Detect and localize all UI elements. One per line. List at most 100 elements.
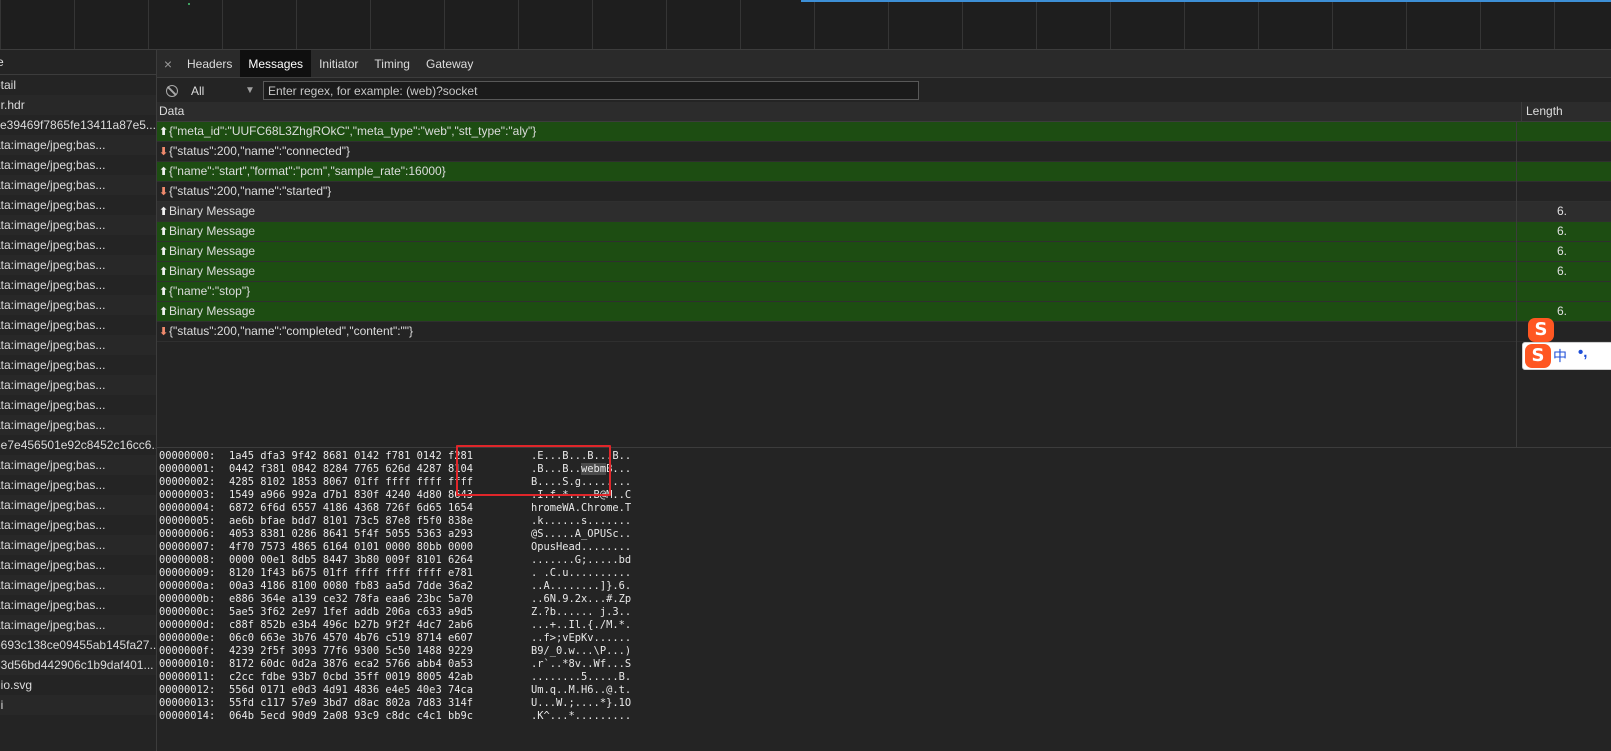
tab-initiator[interactable]: Initiator [311,50,366,77]
clear-messages-icon[interactable] [166,84,178,97]
request-list-item[interactable]: ata:image/jpeg;bas... [0,215,156,235]
ime-status-bar[interactable]: S 中 •, [1522,342,1611,370]
message-data: {"name":"start","format":"pcm","sample_r… [169,164,446,178]
message-data: {"meta_id":"UUFC68L3ZhgROkC","meta_type"… [169,124,537,138]
regex-filter-input[interactable] [263,81,919,100]
message-row[interactable]: ⬆{"name":"stop"} [157,282,1611,302]
ascii-text: ..f>;vEpKv...... [531,632,632,644]
ascii-text: B9/_0.w...\P...) [531,645,632,657]
request-name: ata:image/jpeg;bas... [0,178,106,192]
message-row[interactable]: ⬆Binary Message 6. [157,222,1611,242]
ime-language-toggle[interactable]: 中 [1553,346,1567,366]
request-list-item[interactable]: ata:image/jpeg;bas... [0,275,156,295]
hex-bytes: 4053 8381 0286 8641 5f4f 5055 5363 a293 [229,528,473,540]
ime-toolbar[interactable]: S S 中 •, [1522,318,1611,370]
column-header-length[interactable]: Length [1521,102,1611,121]
request-list-item[interactable]: ata:image/jpeg;bas... [0,235,156,255]
close-icon[interactable]: × [157,50,179,77]
hex-bytes: 5ae5 3f62 2e97 1fef addb 206a c633 a9d5 [229,606,473,618]
tab-headers[interactable]: Headers [179,50,240,77]
request-list-item[interactable]: dio.svg [0,675,156,695]
request-list-item[interactable]: ata:image/jpeg;bas... [0,315,156,335]
request-list-item[interactable]: ata:image/jpeg;bas... [0,495,156,515]
hex-line: 0000000f: 4239 2f5f 3093 77f6 9300 5c50 1… [159,645,631,658]
message-row[interactable]: ⬇{"status":200,"name":"connected"} [157,142,1611,162]
ascii-text: . .C.u.......... [531,567,632,579]
request-list-item[interactable]: ata:image/jpeg;bas... [0,475,156,495]
chevron-down-icon[interactable]: ▼ [245,85,259,96]
message-data: Binary Message [169,204,256,218]
request-list-item[interactable]: ata:image/jpeg;bas... [0,175,156,195]
timeline-activity-bar [801,0,1611,2]
message-row[interactable]: ⬆Binary Message 6. [157,202,1611,222]
request-list-item[interactable]: ata:image/jpeg;bas... [0,295,156,315]
request-list-item[interactable]: etail [0,75,156,95]
hex-bytes: e886 364e a139 ce32 78fa eaa6 23bc 5a70 [229,593,473,605]
network-timeline-overview[interactable] [0,0,1611,50]
message-row[interactable]: ⬆Binary Message 6. [157,302,1611,322]
column-header-data[interactable]: Data [159,102,184,121]
sogou-logo-icon: S [1528,318,1554,342]
message-type-select[interactable]: All [191,84,245,98]
request-list-item[interactable]: e693c138ce09455ab145fa27... [0,635,156,655]
hex-offset: 00000006: [159,528,216,540]
request-list-item[interactable]: ata:image/jpeg;bas... [0,555,156,575]
hex-line: 00000013: 55fd c117 57e9 3bd7 d8ac 802a 7… [159,697,631,710]
request-list-item[interactable]: ata:image/jpeg;bas... [0,195,156,215]
request-list-item[interactable]: ata:image/jpeg;bas... [0,515,156,535]
hex-offset: 00000000: [159,450,216,462]
hex-bytes: 064b 5ecd 90d9 2a08 93c9 c8dc c4c1 bb9c [229,710,473,722]
request-list-item[interactable]: ata:image/jpeg;bas... [0,395,156,415]
request-list-item[interactable]: ata:image/jpeg;bas... [0,595,156,615]
request-list-item[interactable]: ata:image/jpeg;bas... [0,255,156,275]
request-list-item[interactable]: di [0,695,156,715]
hex-offset: 00000001: [159,463,216,475]
ascii-text: .k......s....... [531,515,632,527]
hex-line: 00000005: ae6b bfae bdd7 8101 73c5 87e8 f… [159,515,631,528]
message-row[interactable]: ⬇{"status":200,"name":"started"} [157,182,1611,202]
message-row[interactable]: ⬆Binary Message 6. [157,242,1611,262]
request-name: ata:image/jpeg;bas... [0,518,106,532]
request-list-item[interactable]: ata:image/jpeg;bas... [0,615,156,635]
hex-ascii: . .C.u.......... [531,567,631,580]
hex-offset: 0000000e: [159,632,216,644]
request-list-item[interactable]: ata:image/jpeg;bas... [0,335,156,355]
message-row[interactable]: ⬆{"meta_id":"UUFC68L3ZhgROkC","meta_type… [157,122,1611,142]
ime-punctuation-toggle[interactable]: •, [1578,344,1587,361]
request-list-header[interactable]: e [0,50,156,75]
request-list-item[interactable]: ata:image/jpeg;bas... [0,375,156,395]
request-list-item[interactable]: dr.hdr [0,95,156,115]
tab-messages[interactable]: Messages [240,50,312,77]
request-list-item[interactable]: ata:image/jpeg;bas... [0,455,156,475]
ascii-text: .r`..*8v..Wf...S [531,658,632,670]
request-list-item[interactable]: ata:image/jpeg;bas... [0,575,156,595]
hex-bytes: 8172 60dc 0d2a 3876 eca2 5766 abb4 0a53 [229,658,473,670]
hex-offset: 00000010: [159,658,216,670]
request-list-item[interactable]: ata:image/jpeg;bas... [0,155,156,175]
request-list-item[interactable]: 33d56bd442906c1b9daf401... [0,655,156,675]
request-name: ata:image/jpeg;bas... [0,538,106,552]
request-list-item[interactable]: ata:image/jpeg;bas... [0,415,156,435]
request-list-item[interactable]: ce39469f7865fe13411a87e5... [0,115,156,135]
message-row[interactable]: ⬆{"name":"start","format":"pcm","sample_… [157,162,1611,182]
request-list-item[interactable]: 6e7e456501e92c8452c16cc6... [0,435,156,455]
tab-timing[interactable]: Timing [366,50,418,77]
request-list-item[interactable]: ata:image/jpeg;bas... [0,535,156,555]
hex-bytes: 8120 1f43 b675 01ff ffff ffff ffff e781 [229,567,473,579]
request-name: ata:image/jpeg;bas... [0,378,106,392]
hex-offset: 00000012: [159,684,216,696]
request-name: ata:image/jpeg;bas... [0,238,106,252]
hex-ascii: ...+..Il.{./M.*. [531,619,631,632]
ascii-text: U...W.;....*}.1O [531,697,632,709]
message-row[interactable]: ⬇{"status":200,"name":"completed","conte… [157,322,1611,342]
request-list-item[interactable]: ata:image/jpeg;bas... [0,355,156,375]
tab-gateway[interactable]: Gateway [418,50,481,77]
request-name: ata:image/jpeg;bas... [0,198,106,212]
hex-line: 00000008: 0000 00e1 8db5 8447 3b80 009f 8… [159,554,631,567]
request-name: ata:image/jpeg;bas... [0,418,106,432]
ascii-text: .......G;.....bd [531,554,632,566]
hex-line: 00000007: 4f70 7573 4865 6164 0101 0000 8… [159,541,631,554]
hex-ascii: OpusHead........ [531,541,631,554]
request-list-item[interactable]: ata:image/jpeg;bas... [0,135,156,155]
message-row[interactable]: ⬆Binary Message 6. [157,262,1611,282]
